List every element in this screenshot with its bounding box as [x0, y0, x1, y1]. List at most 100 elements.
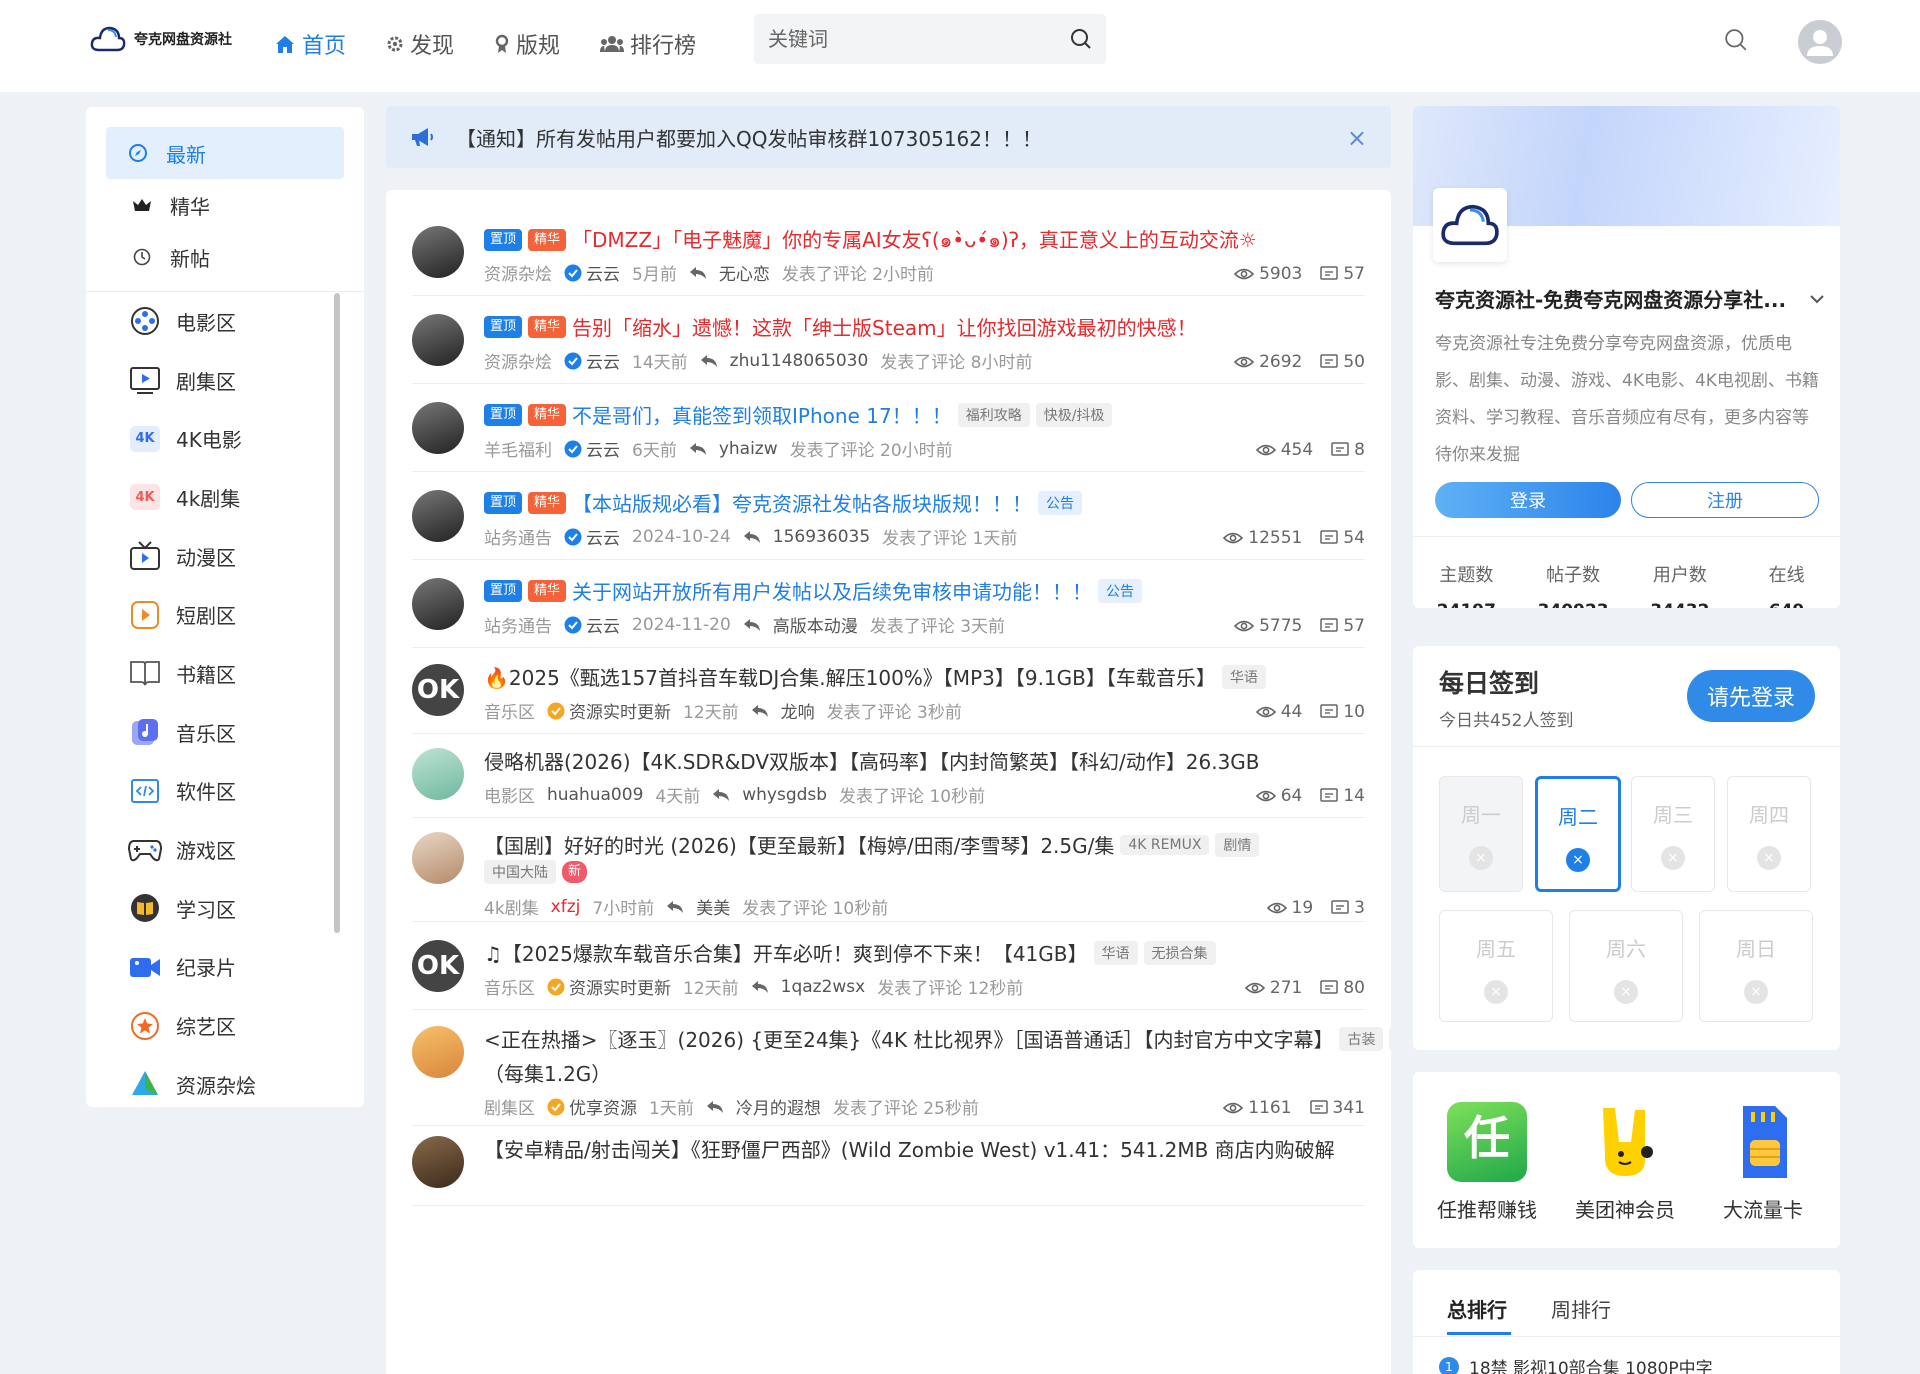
- search-input[interactable]: [768, 27, 1048, 51]
- sidebar-item-category[interactable]: 游戏区: [86, 820, 364, 879]
- sidebar-item-category[interactable]: 4K 4K电影: [86, 409, 364, 468]
- nav-ranking[interactable]: 排行榜: [600, 28, 696, 60]
- post-tag[interactable]: 快极/抖极: [1035, 402, 1113, 427]
- post-category[interactable]: 资源杂烩: [484, 260, 552, 285]
- signin-day[interactable]: 周三 ×: [1631, 776, 1715, 892]
- post-title[interactable]: 🔥2025《甄选157首抖音车载DJ合集.解压100%》【MP3】【9.1GB】…: [484, 662, 1216, 691]
- sidebar-item-category[interactable]: 书籍区: [86, 644, 364, 703]
- post-category[interactable]: 音乐区: [484, 974, 535, 999]
- post-tag[interactable]: 4K REMUX: [1120, 834, 1210, 855]
- sidebar-item-new[interactable]: 新帖: [86, 231, 364, 283]
- post-author[interactable]: 云云: [564, 524, 620, 549]
- post-author[interactable]: 优享资源: [547, 1094, 637, 1119]
- post-item[interactable]: 【国剧】好好的时光 (2026)【更至最新】【梅婷/田雨/李雪琴】2.5G/集 4…: [412, 816, 1365, 922]
- tab-week-rank[interactable]: 周排行: [1551, 1294, 1611, 1323]
- post-category[interactable]: 站务通告: [484, 612, 552, 637]
- post-author[interactable]: huahua009: [547, 785, 643, 805]
- post-item[interactable]: 侵略机器(2026)【4K.SDR&DV双版本】【高码率】【内封简繁英】【科幻/…: [412, 732, 1365, 818]
- sidebar-item-category[interactable]: 纪录片: [86, 938, 364, 997]
- post-avatar[interactable]: [412, 490, 464, 542]
- signin-day[interactable]: 周五 ×: [1439, 910, 1553, 1022]
- site-name-row[interactable]: 夸克资源社-免费夸克网盘资源分享社...: [1435, 284, 1825, 313]
- post-item[interactable]: 置顶 精华 「DMZZ」「电子魅魔」你的专属AI女友ʕ(๑•̀ᴗ•́๑)ʔ，真正意义…: [412, 210, 1365, 296]
- sidebar-item-category[interactable]: 剧集区: [86, 351, 364, 410]
- post-tag[interactable]: 无损合集: [1143, 940, 1216, 965]
- sidebar-scrollbar[interactable]: [334, 293, 340, 933]
- post-author[interactable]: 云云: [564, 612, 620, 637]
- post-avatar[interactable]: [412, 226, 464, 278]
- sidebar-item-category[interactable]: 软件区: [86, 762, 364, 821]
- app-simcard[interactable]: 大流量卡: [1703, 1102, 1823, 1223]
- signin-day[interactable]: 周四 ×: [1727, 776, 1811, 892]
- signin-day[interactable]: 周二 ×: [1535, 776, 1621, 892]
- post-avatar[interactable]: [412, 314, 464, 366]
- last-reply-user[interactable]: zhu1148065030: [730, 351, 869, 371]
- header-search-icon[interactable]: [1724, 28, 1748, 52]
- nav-home[interactable]: 首页: [274, 28, 346, 60]
- post-author[interactable]: 云云: [564, 260, 620, 285]
- post-item[interactable]: 【安卓精品/射击闯关】《狂野僵尸西部》(Wild Zombie West) v1…: [412, 1120, 1365, 1206]
- post-item[interactable]: <正在热播>〖逐玉〗(2026) {更至24集}《4K 杜比视界》［国语普通话］…: [412, 1010, 1391, 1126]
- post-avatar[interactable]: [412, 748, 464, 800]
- app-meituan[interactable]: 美团神会员: [1565, 1102, 1685, 1223]
- last-reply-user[interactable]: 龙响: [781, 698, 815, 723]
- post-item[interactable]: 置顶 精华 【本站版规必看】夸克资源社发帖各版块版规！！！ 公告 站务通告 云云 2024-…: [412, 474, 1365, 560]
- signin-day[interactable]: 周六 ×: [1569, 910, 1683, 1022]
- post-category[interactable]: 电影区: [484, 782, 535, 807]
- post-title[interactable]: 不是哥们，真能签到领取IPhone 17！！！: [572, 400, 952, 429]
- last-reply-user[interactable]: yhaizw: [719, 439, 778, 459]
- last-reply-user[interactable]: 156936035: [773, 527, 870, 547]
- post-avatar[interactable]: [412, 402, 464, 454]
- sidebar-item-latest[interactable]: 最新: [106, 127, 344, 179]
- post-category[interactable]: 4k剧集: [484, 894, 539, 919]
- post-tag[interactable]: 华语: [1093, 940, 1138, 965]
- signin-login-button[interactable]: 请先登录: [1687, 670, 1815, 722]
- post-author[interactable]: 云云: [564, 436, 620, 461]
- post-category[interactable]: 音乐区: [484, 698, 535, 723]
- site-logo[interactable]: 夸克网盘资源社: [90, 24, 232, 54]
- post-tag[interactable]: 中国大陆: [484, 860, 556, 884]
- sidebar-item-category[interactable]: 学习区: [86, 879, 364, 938]
- last-reply-user[interactable]: 冷月的遐想: [736, 1094, 821, 1119]
- ranking-item[interactable]: 1 18禁 影视10部合集 1080P中字: [1439, 1354, 1713, 1374]
- post-avatar[interactable]: [412, 1136, 464, 1188]
- last-reply-user[interactable]: 无心恋: [719, 260, 770, 285]
- search-icon[interactable]: [1070, 28, 1092, 50]
- sidebar-item-category[interactable]: 综艺区: [86, 996, 364, 1055]
- post-category[interactable]: 资源杂烩: [484, 348, 552, 373]
- sidebar-item-category[interactable]: 资源杂烩: [86, 1055, 364, 1107]
- post-title[interactable]: 【国剧】好好的时光 (2026)【更至最新】【梅婷/田雨/李雪琴】2.5G/集: [484, 830, 1114, 859]
- post-author[interactable]: 资源实时更新: [547, 974, 671, 999]
- last-reply-user[interactable]: whysgdsb: [742, 785, 827, 805]
- post-avatar[interactable]: OK: [412, 940, 464, 992]
- login-button[interactable]: 登录: [1435, 482, 1621, 518]
- post-title[interactable]: 告别「缩水」遗憾！这款「绅士版Steam」让你找回游戏最初的快感！: [572, 312, 1197, 341]
- post-title[interactable]: 侵略机器(2026)【4K.SDR&DV双版本】【高码率】【内封简繁英】【科幻/…: [484, 746, 1260, 775]
- last-reply-user[interactable]: 高版本动漫: [773, 612, 858, 637]
- post-title[interactable]: 关于网站开放所有用户发帖以及后续免审核申请功能！！！: [572, 576, 1092, 605]
- sidebar-item-category[interactable]: 4K 4k剧集: [86, 468, 364, 527]
- nav-rules[interactable]: 版规: [494, 28, 560, 60]
- post-tag[interactable]: 公告: [1098, 578, 1143, 603]
- post-category[interactable]: 羊毛福利: [484, 436, 552, 461]
- post-title[interactable]: <正在热播>〖逐玉〗(2026) {更至24集}《4K 杜比视界》［国语普通话］…: [484, 1024, 1333, 1053]
- post-category[interactable]: 剧集区: [484, 1094, 535, 1119]
- sidebar-item-category[interactable]: 短剧区: [86, 585, 364, 644]
- post-title-cont[interactable]: （每集1.2G）: [484, 1058, 611, 1087]
- post-category[interactable]: 站务通告: [484, 524, 552, 549]
- last-reply-user[interactable]: 1qaz2wsx: [781, 977, 866, 997]
- post-item[interactable]: 置顶 精华 不是哥们，真能签到领取IPhone 17！！！ 福利攻略 快极/抖极 羊毛福利…: [412, 386, 1365, 472]
- post-item[interactable]: 置顶 精华 关于网站开放所有用户发帖以及后续免审核申请功能！！！ 公告 站务通告 云云 20…: [412, 562, 1365, 648]
- post-tag[interactable]: 福利攻略: [957, 402, 1030, 427]
- post-tag[interactable]: 公告: [1038, 490, 1083, 515]
- post-title[interactable]: ♫【2025爆款车载音乐合集】开车必听！爽到停不下来！【41GB】: [484, 938, 1088, 967]
- sidebar-item-category[interactable]: 音乐区: [86, 703, 364, 762]
- post-avatar[interactable]: [412, 832, 464, 884]
- last-reply-user[interactable]: 美美: [696, 894, 730, 919]
- post-tag[interactable]: 中国大陆: [1389, 1026, 1391, 1051]
- signin-day[interactable]: 周一 ×: [1439, 776, 1523, 892]
- sidebar-item-category[interactable]: 动漫区: [86, 527, 364, 586]
- post-author[interactable]: 云云: [564, 348, 620, 373]
- nav-discover[interactable]: 发现: [386, 28, 454, 60]
- app-renbang[interactable]: 任 任推帮赚钱: [1427, 1102, 1547, 1223]
